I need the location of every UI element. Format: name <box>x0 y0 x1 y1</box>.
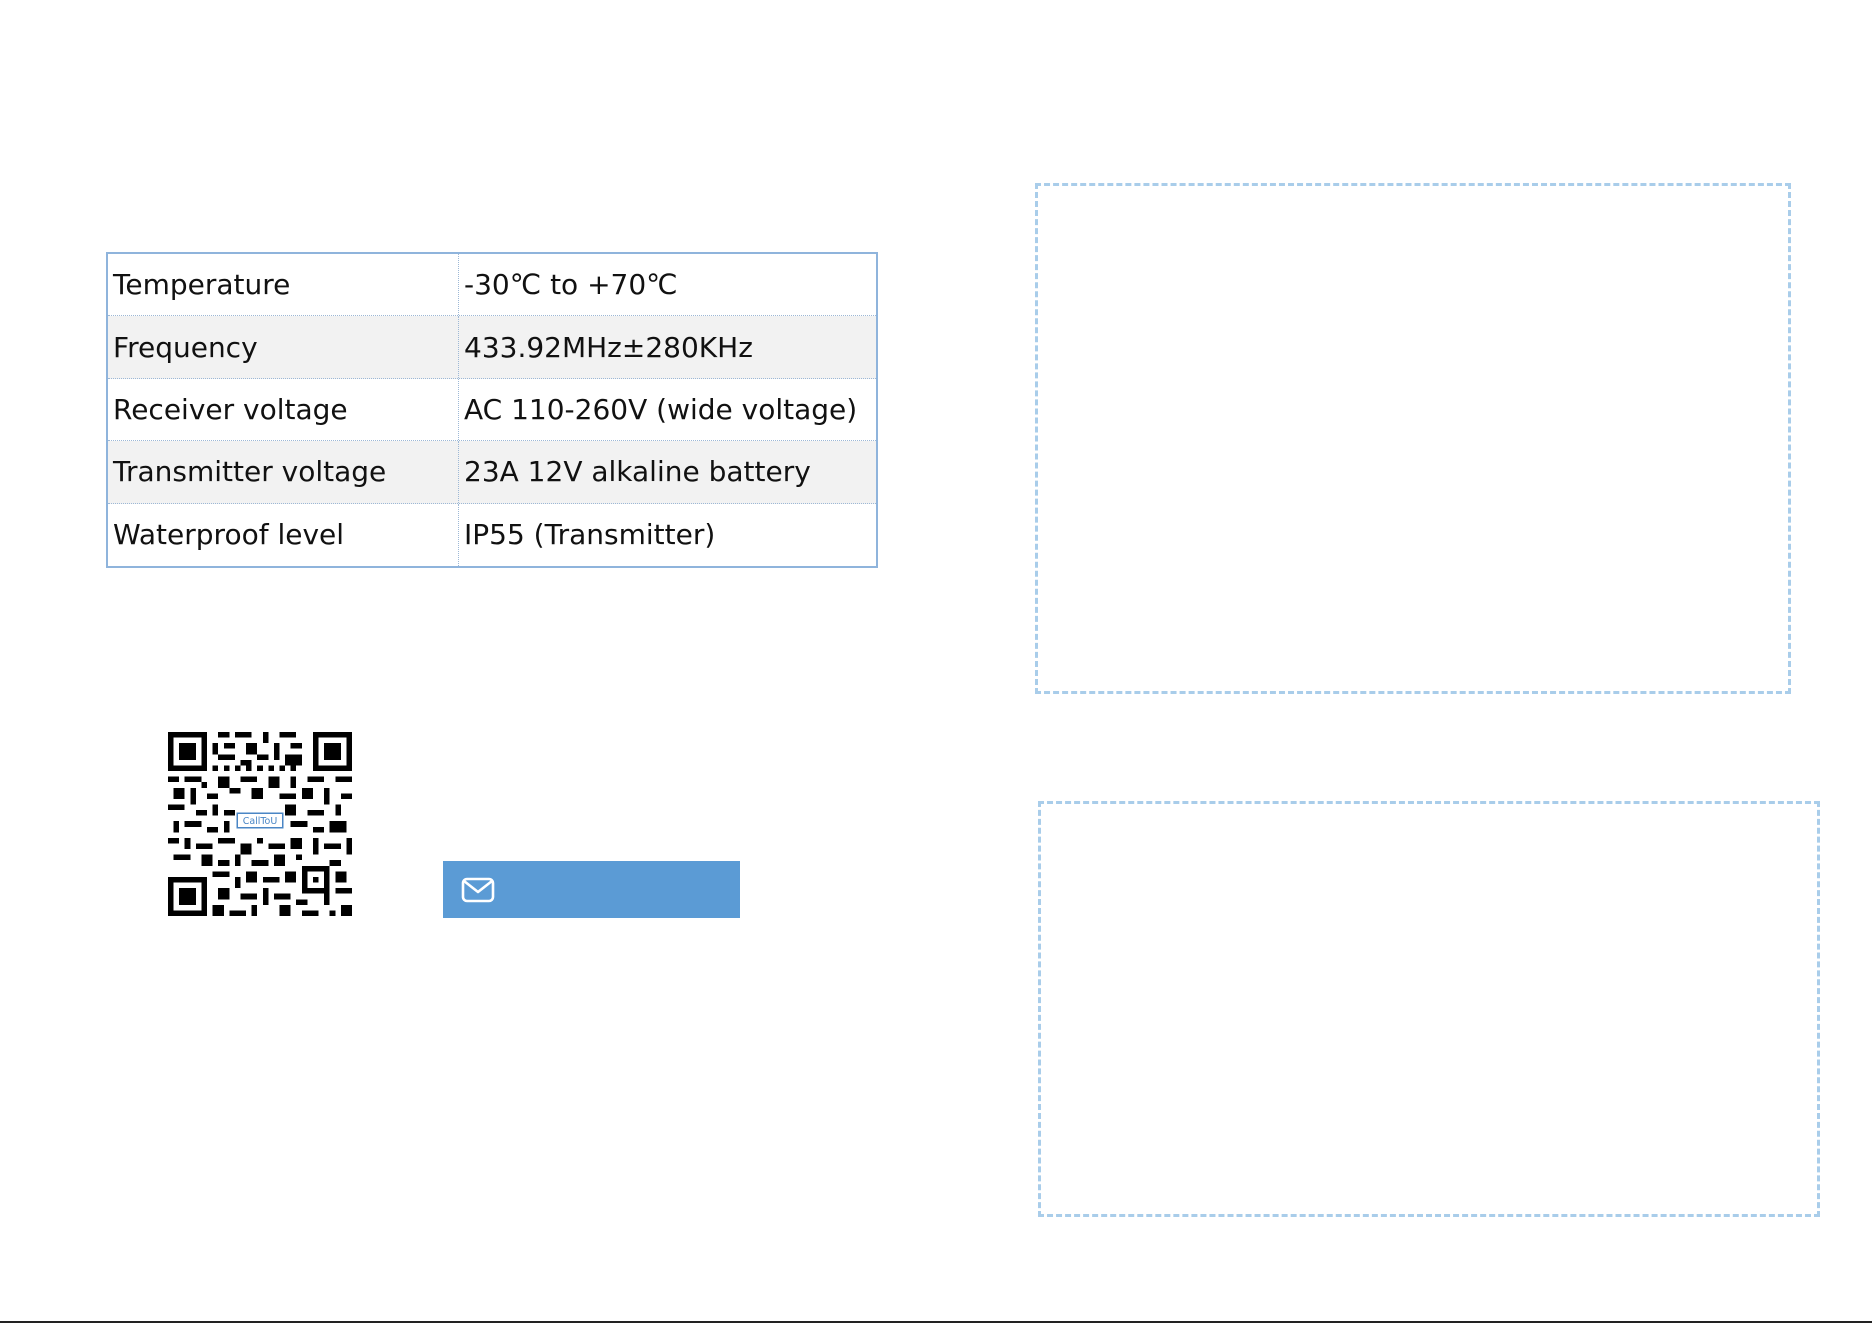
email-button[interactable] <box>443 861 740 918</box>
spec-value: -30℃ to +70℃ <box>464 268 678 302</box>
qr-code[interactable]: CallToU <box>168 732 352 916</box>
spec-value: AC 110-260V (wide voltage) <box>464 392 858 426</box>
envelope-icon <box>461 877 495 902</box>
image-placeholder-bottom <box>1038 801 1820 1217</box>
spec-table: Temperature -30℃ to +70℃ Frequency 433.9… <box>106 252 878 568</box>
qr-logo-text: CallToU <box>243 816 278 827</box>
spec-label: Transmitter voltage <box>108 441 459 503</box>
spec-label: Waterproof level <box>108 503 459 566</box>
spec-label: Receiver voltage <box>108 378 459 441</box>
spec-row-frequency: Frequency 433.92MHz±280KHz <box>108 316 876 379</box>
spec-row-waterproof-level: Waterproof level IP55 (Transmitter) <box>108 503 876 566</box>
spec-row-receiver-voltage: Receiver voltage AC 110-260V (wide volta… <box>108 378 876 442</box>
spec-row-transmitter-voltage: Transmitter voltage 23A 12V alkaline bat… <box>108 441 876 504</box>
spec-label: Frequency <box>108 316 459 378</box>
image-placeholder-top <box>1035 183 1791 694</box>
page-bottom-rule <box>0 1321 1872 1323</box>
spec-value: 23A 12V alkaline battery <box>464 455 811 489</box>
spec-value: IP55 (Transmitter) <box>464 518 716 552</box>
spec-value: 433.92MHz±280KHz <box>464 330 753 364</box>
spec-label: Temperature <box>108 254 459 316</box>
spec-row-temperature: Temperature -30℃ to +70℃ <box>108 254 876 317</box>
